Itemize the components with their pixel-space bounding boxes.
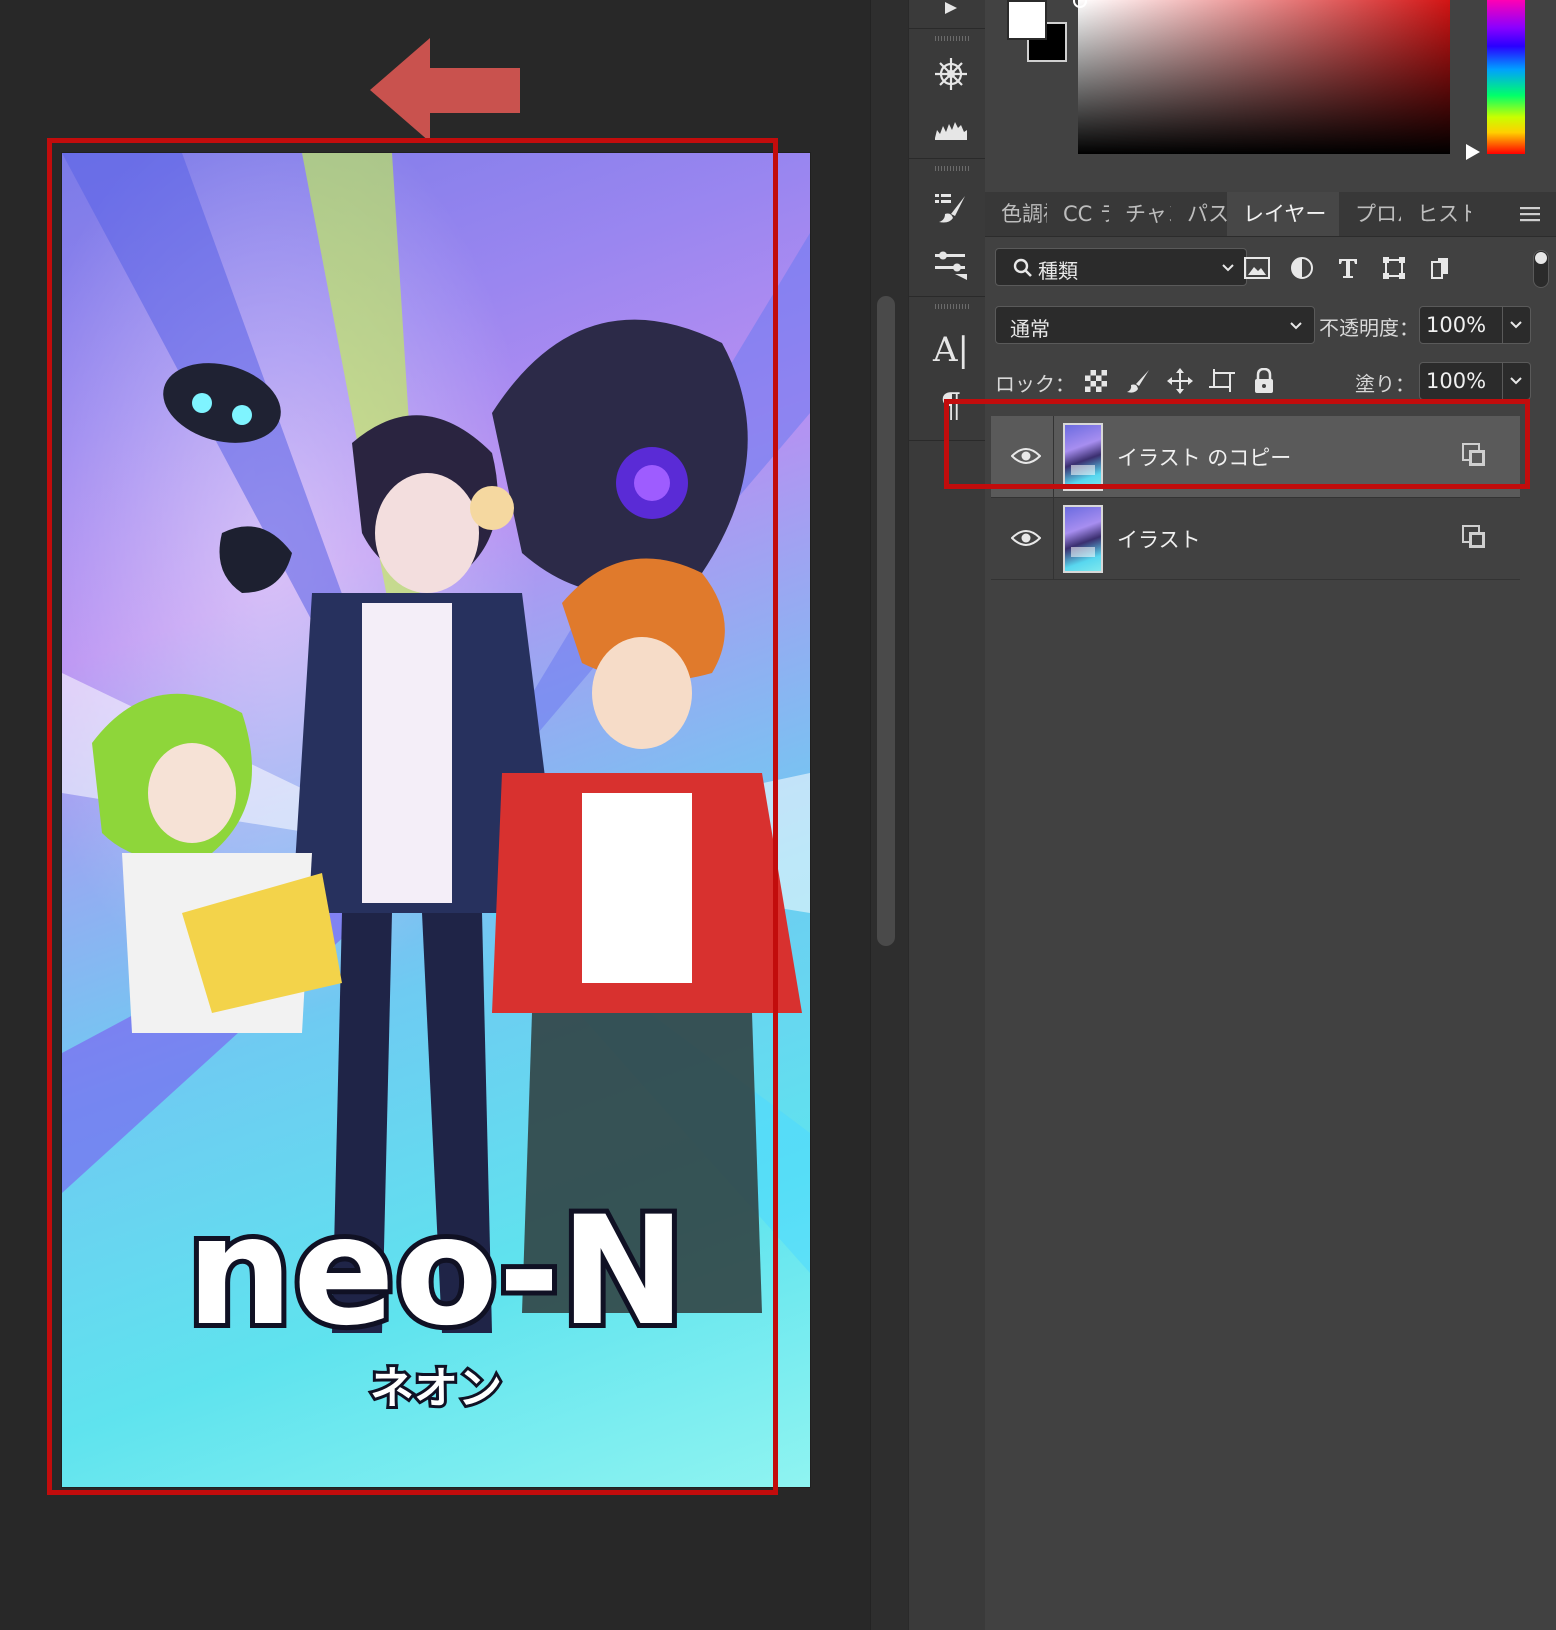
play-icon[interactable] xyxy=(929,0,973,28)
filter-adjustment-layer-icon[interactable] xyxy=(1285,251,1319,285)
layer-highlight-box xyxy=(944,399,1530,489)
tab-history[interactable]: ヒストリー xyxy=(1401,192,1471,236)
filter-type-layer-icon[interactable] xyxy=(1331,251,1365,285)
panel-group-grip[interactable] xyxy=(935,36,971,41)
layer-filter-label: 種類 xyxy=(1038,259,1078,283)
panel-group-grip[interactable] xyxy=(935,166,971,171)
fill-label: 塗り： xyxy=(1355,372,1415,396)
tab-properties[interactable]: プロパティ xyxy=(1339,192,1401,236)
lock-position-move-icon[interactable] xyxy=(1165,366,1195,396)
opacity-input[interactable]: 100% xyxy=(1419,306,1503,344)
fill-input[interactable]: 100% xyxy=(1419,362,1503,400)
chevron-down-icon xyxy=(1290,322,1302,330)
filter-shape-layer-icon[interactable] xyxy=(1377,251,1411,285)
lock-label: ロック： xyxy=(995,372,1075,396)
character-panel-icon[interactable]: A| xyxy=(929,330,973,370)
canvas-highlight-box xyxy=(47,138,778,1495)
hue-slider[interactable] xyxy=(1487,0,1525,154)
panel-group-grip[interactable] xyxy=(935,304,971,309)
lock-transparent-pixels-icon[interactable] xyxy=(1081,366,1111,396)
fill-dropdown[interactable] xyxy=(1503,362,1531,400)
histogram-icon[interactable] xyxy=(929,108,973,148)
hue-slider-handle[interactable] xyxy=(1466,144,1480,160)
layer-name[interactable]: イラスト xyxy=(1117,524,1201,554)
chevron-down-icon xyxy=(1222,264,1234,272)
chevron-down-icon xyxy=(1510,321,1522,329)
brush-settings-icon[interactable] xyxy=(929,188,973,228)
tab-channels[interactable]: チャンネル xyxy=(1109,192,1171,236)
left-arrow-annotation xyxy=(370,38,520,138)
navigator-wheel-icon[interactable] xyxy=(929,54,973,94)
lock-all-icon[interactable] xyxy=(1249,366,1279,396)
color-picker-panel xyxy=(985,0,1556,193)
opacity-label: 不透明度： xyxy=(1319,316,1419,340)
layer-thumbnail xyxy=(1063,505,1103,573)
foreground-color-swatch[interactable] xyxy=(1007,0,1047,40)
filter-pixel-layer-icon[interactable] xyxy=(1240,251,1274,285)
lock-artboard-icon[interactable] xyxy=(1207,366,1237,396)
layer-filter-select[interactable]: 種類 xyxy=(995,248,1247,286)
color-saturation-field[interactable] xyxy=(1078,0,1450,154)
filter-smart-object-icon[interactable] xyxy=(1423,251,1457,285)
layer-row[interactable]: イラスト xyxy=(991,498,1520,580)
tab-adjustments[interactable]: 色調補正 xyxy=(985,192,1047,236)
blend-mode-value: 通常 xyxy=(1010,317,1050,341)
tab-cc-libraries[interactable]: CC ライブラリ xyxy=(1047,192,1109,236)
layer-filter-toggle[interactable] xyxy=(1533,250,1549,288)
lock-image-pixels-brush-icon[interactable] xyxy=(1123,366,1153,396)
blend-mode-select[interactable]: 通常 xyxy=(995,306,1315,344)
panel-menu-icon[interactable] xyxy=(1518,204,1542,224)
panel-dock-toolbar: A| ¶ xyxy=(908,0,986,1630)
document-canvas[interactable]: neo-N ネオン xyxy=(0,0,870,1630)
right-panel: 色調補正 CC ライブラリ チャンネル パス レイヤー プロパティ ヒストリー … xyxy=(985,0,1556,1630)
eye-visibility-icon[interactable] xyxy=(1011,528,1041,548)
tab-paths[interactable]: パス xyxy=(1171,192,1227,236)
search-icon xyxy=(1013,258,1032,277)
canvas-scroll-thumb[interactable] xyxy=(877,296,895,946)
smart-object-icon xyxy=(1462,525,1485,548)
panel-tab-strip: 色調補正 CC ライブラリ チャンネル パス レイヤー プロパティ ヒストリー xyxy=(985,192,1556,237)
adjustments-sliders-icon[interactable] xyxy=(929,244,973,284)
tab-layers[interactable]: レイヤー xyxy=(1227,192,1339,236)
chevron-down-icon xyxy=(1510,377,1522,385)
opacity-dropdown[interactable] xyxy=(1503,306,1531,344)
